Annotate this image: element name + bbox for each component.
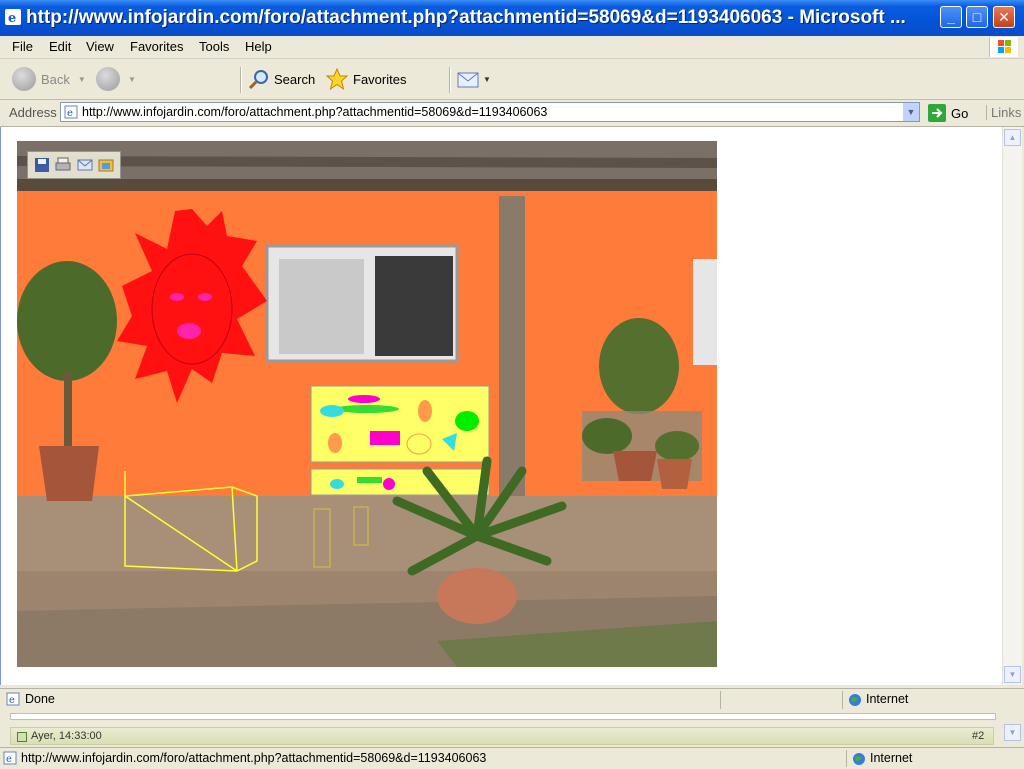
status-divider (842, 691, 843, 709)
mail-dropdown-icon[interactable]: ▼ (483, 75, 491, 84)
page-icon: e (64, 105, 78, 119)
title-bar[interactable]: e http://www.infojardin.com/foro/attachm… (0, 0, 1024, 36)
favorites-label: Favorites (353, 71, 407, 87)
svg-text:e: e (67, 108, 73, 119)
page-icon: e (3, 751, 17, 765)
background-status-zone: Internet (870, 751, 913, 765)
background-status-bar: e http://www.infojardin.com/foro/attachm… (0, 747, 1024, 769)
search-label: Search (274, 71, 316, 87)
address-url: http://www.infojardin.com/foro/attachmen… (82, 105, 548, 119)
favorites-star-icon (325, 67, 349, 91)
menu-edit[interactable]: Edit (49, 39, 71, 54)
window-title: http://www.infojardin.com/foro/attachmen… (26, 7, 906, 28)
windows-logo-icon (989, 37, 1018, 57)
forward-dropdown-icon[interactable]: ▼ (128, 75, 136, 84)
toolbar-separator-2 (449, 67, 451, 93)
close-button[interactable]: ✕ (993, 6, 1015, 28)
image-toolbar (27, 151, 121, 179)
links-button[interactable]: Links (986, 105, 1021, 120)
scroll-down-icon[interactable]: ▼ (1004, 666, 1021, 683)
menu-file[interactable]: File (12, 39, 33, 54)
search-icon (248, 70, 268, 90)
svg-text:e: e (9, 695, 15, 706)
go-arrow-icon (928, 104, 946, 122)
background-divider (10, 713, 996, 720)
toolbar: Back ▼ ▼ Search Favorites ▼ (0, 59, 1024, 150)
forum-post-header: Ayer, 14:33:00 #2 (10, 727, 994, 745)
minimize-button[interactable]: _ (940, 6, 962, 28)
background-scroll-down-icon[interactable]: ▼ (1004, 724, 1021, 741)
favorites-button[interactable]: Favorites (325, 65, 406, 93)
page-content (0, 127, 1004, 685)
menu-tools[interactable]: Tools (199, 39, 229, 54)
mail-button[interactable]: ▼ (457, 65, 491, 93)
status-divider (846, 750, 847, 767)
svg-text:e: e (8, 11, 16, 25)
search-button[interactable]: Search (248, 65, 315, 93)
internet-globe-icon (853, 753, 865, 765)
email-image-icon[interactable] (77, 157, 93, 173)
status-bar: e Done Internet (0, 688, 1024, 711)
background-status-url: http://www.infojardin.com/foro/attachmen… (21, 751, 487, 765)
back-dropdown-icon[interactable]: ▼ (78, 75, 86, 84)
print-image-icon[interactable] (55, 157, 71, 173)
status-text: Done (25, 692, 55, 706)
forward-arrow-icon (96, 67, 120, 91)
go-button[interactable]: Go (928, 104, 968, 122)
status-zone: Internet (866, 692, 909, 706)
mail-icon (457, 72, 479, 88)
ie-logo-icon: e (5, 9, 21, 25)
scroll-up-icon[interactable]: ▲ (1004, 129, 1021, 146)
status-divider (720, 691, 721, 709)
post-timestamp: Ayer, 14:33:00 (31, 730, 102, 742)
svg-text:e: e (6, 754, 12, 765)
maximize-button[interactable]: □ (966, 6, 988, 28)
address-input[interactable]: e http://www.infojardin.com/foro/attachm… (60, 102, 920, 122)
menu-bar: File Edit View Favorites Tools Help (0, 36, 1024, 59)
toolbar-separator (240, 67, 242, 93)
go-label: Go (951, 105, 969, 121)
back-label: Back (41, 71, 70, 87)
address-bar: Address e http://www.infojardin.com/foro… (0, 100, 1024, 127)
forward-button[interactable]: ▼ (96, 65, 136, 93)
save-icon[interactable] (34, 157, 50, 173)
address-dropdown-icon[interactable]: ▼ (903, 103, 919, 121)
menu-help[interactable]: Help (245, 39, 272, 54)
menu-favorites[interactable]: Favorites (130, 39, 183, 54)
my-pictures-icon[interactable] (98, 157, 114, 173)
page-done-icon: e (6, 692, 20, 706)
menu-view[interactable]: View (86, 39, 114, 54)
post-icon (17, 732, 27, 742)
internet-globe-icon (849, 694, 861, 706)
garden-house-photo (17, 141, 717, 667)
post-number[interactable]: #2 (972, 730, 984, 742)
address-label: Address (9, 105, 57, 120)
back-button[interactable]: Back ▼ (12, 65, 86, 93)
back-arrow-icon (12, 67, 36, 91)
vertical-scrollbar[interactable]: ▲ ▼ (1002, 127, 1022, 685)
